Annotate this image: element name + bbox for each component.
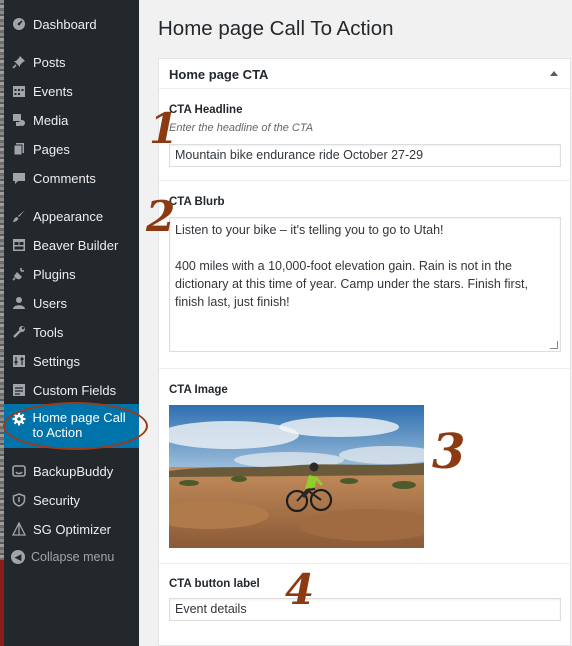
sliders-icon	[11, 353, 27, 369]
pages-icon	[11, 141, 27, 157]
field-divider	[159, 368, 570, 369]
cta-button-label-input[interactable]: Event details	[169, 598, 561, 621]
sidebar-item-home-page-cta[interactable]: Home page Call to Action	[4, 404, 139, 448]
annotation-3: 3	[432, 424, 466, 480]
annotation-1: 1	[149, 104, 179, 153]
fields-icon	[11, 382, 27, 398]
calendar-icon	[11, 83, 27, 99]
layout-icon	[11, 237, 27, 253]
field-divider	[159, 563, 570, 564]
cta-headline-input[interactable]: Mountain bike endurance ride October 27-…	[169, 144, 561, 167]
pin-icon	[11, 54, 27, 70]
paintbrush-icon	[11, 208, 27, 224]
sidebar-item-backupbuddy[interactable]: BackupBuddy	[4, 456, 139, 486]
collapse-menu-button[interactable]: ◀ Collapse menu	[4, 542, 139, 572]
backup-icon	[11, 463, 27, 479]
cta-blurb-label: CTA Blurb	[169, 196, 225, 208]
cta-button-label-label: CTA button label	[169, 578, 260, 590]
collapse-toggle-icon[interactable]	[550, 71, 558, 76]
sidebar-item-settings[interactable]: Settings	[4, 346, 139, 376]
collapse-arrow-icon: ◀	[11, 550, 25, 564]
sidebar-item-custom-fields[interactable]: Custom Fields	[4, 375, 139, 405]
cta-headline-label: CTA Headline	[169, 104, 243, 116]
cta-headline-description: Enter the headline of the CTA	[169, 122, 314, 134]
sidebar-item-sg-optimizer[interactable]: SG Optimizer	[4, 514, 139, 544]
user-icon	[11, 295, 27, 311]
cta-blurb-textarea[interactable]: Listen to your bike – it's telling you t…	[169, 217, 561, 352]
sidebar-item-appearance[interactable]: Appearance	[4, 201, 139, 231]
cta-image-label: CTA Image	[169, 384, 228, 396]
sidebar-item-tools[interactable]: Tools	[4, 317, 139, 347]
sidebar-item-events[interactable]: Events	[4, 76, 139, 106]
plug-icon	[11, 266, 27, 282]
metabox-title: Home page CTA	[169, 67, 269, 82]
sidebar-item-users[interactable]: Users	[4, 288, 139, 318]
sidebar-item-plugins[interactable]: Plugins	[4, 259, 139, 289]
optimizer-icon	[11, 521, 27, 537]
sidebar-item-security[interactable]: Security	[4, 485, 139, 515]
sidebar-item-pages[interactable]: Pages	[4, 134, 139, 164]
metabox-header[interactable]: Home page CTA	[159, 59, 570, 89]
annotation-2: 2	[146, 192, 176, 241]
dashboard-icon	[11, 16, 27, 32]
cta-blurb-text: Listen to your bike – it's telling you t…	[175, 223, 528, 309]
comment-icon	[11, 170, 27, 186]
gear-icon	[11, 411, 26, 427]
sidebar-item-posts[interactable]: Posts	[4, 47, 139, 77]
sidebar-item-dashboard[interactable]: Dashboard	[4, 9, 139, 39]
annotation-4: 4	[285, 565, 315, 614]
admin-sidebar: Dashboard Posts Events Media Pages Comme…	[4, 0, 139, 646]
shield-icon	[11, 492, 27, 508]
page-title: Home page Call To Action	[158, 17, 394, 40]
field-divider	[159, 180, 570, 181]
media-icon	[11, 112, 27, 128]
sidebar-item-beaver-builder[interactable]: Beaver Builder	[4, 230, 139, 260]
sidebar-item-media[interactable]: Media	[4, 105, 139, 135]
resize-handle-icon[interactable]	[550, 341, 558, 349]
cta-image-preview[interactable]	[169, 405, 424, 548]
wrench-icon	[11, 324, 27, 340]
sidebar-item-comments[interactable]: Comments	[4, 163, 139, 193]
